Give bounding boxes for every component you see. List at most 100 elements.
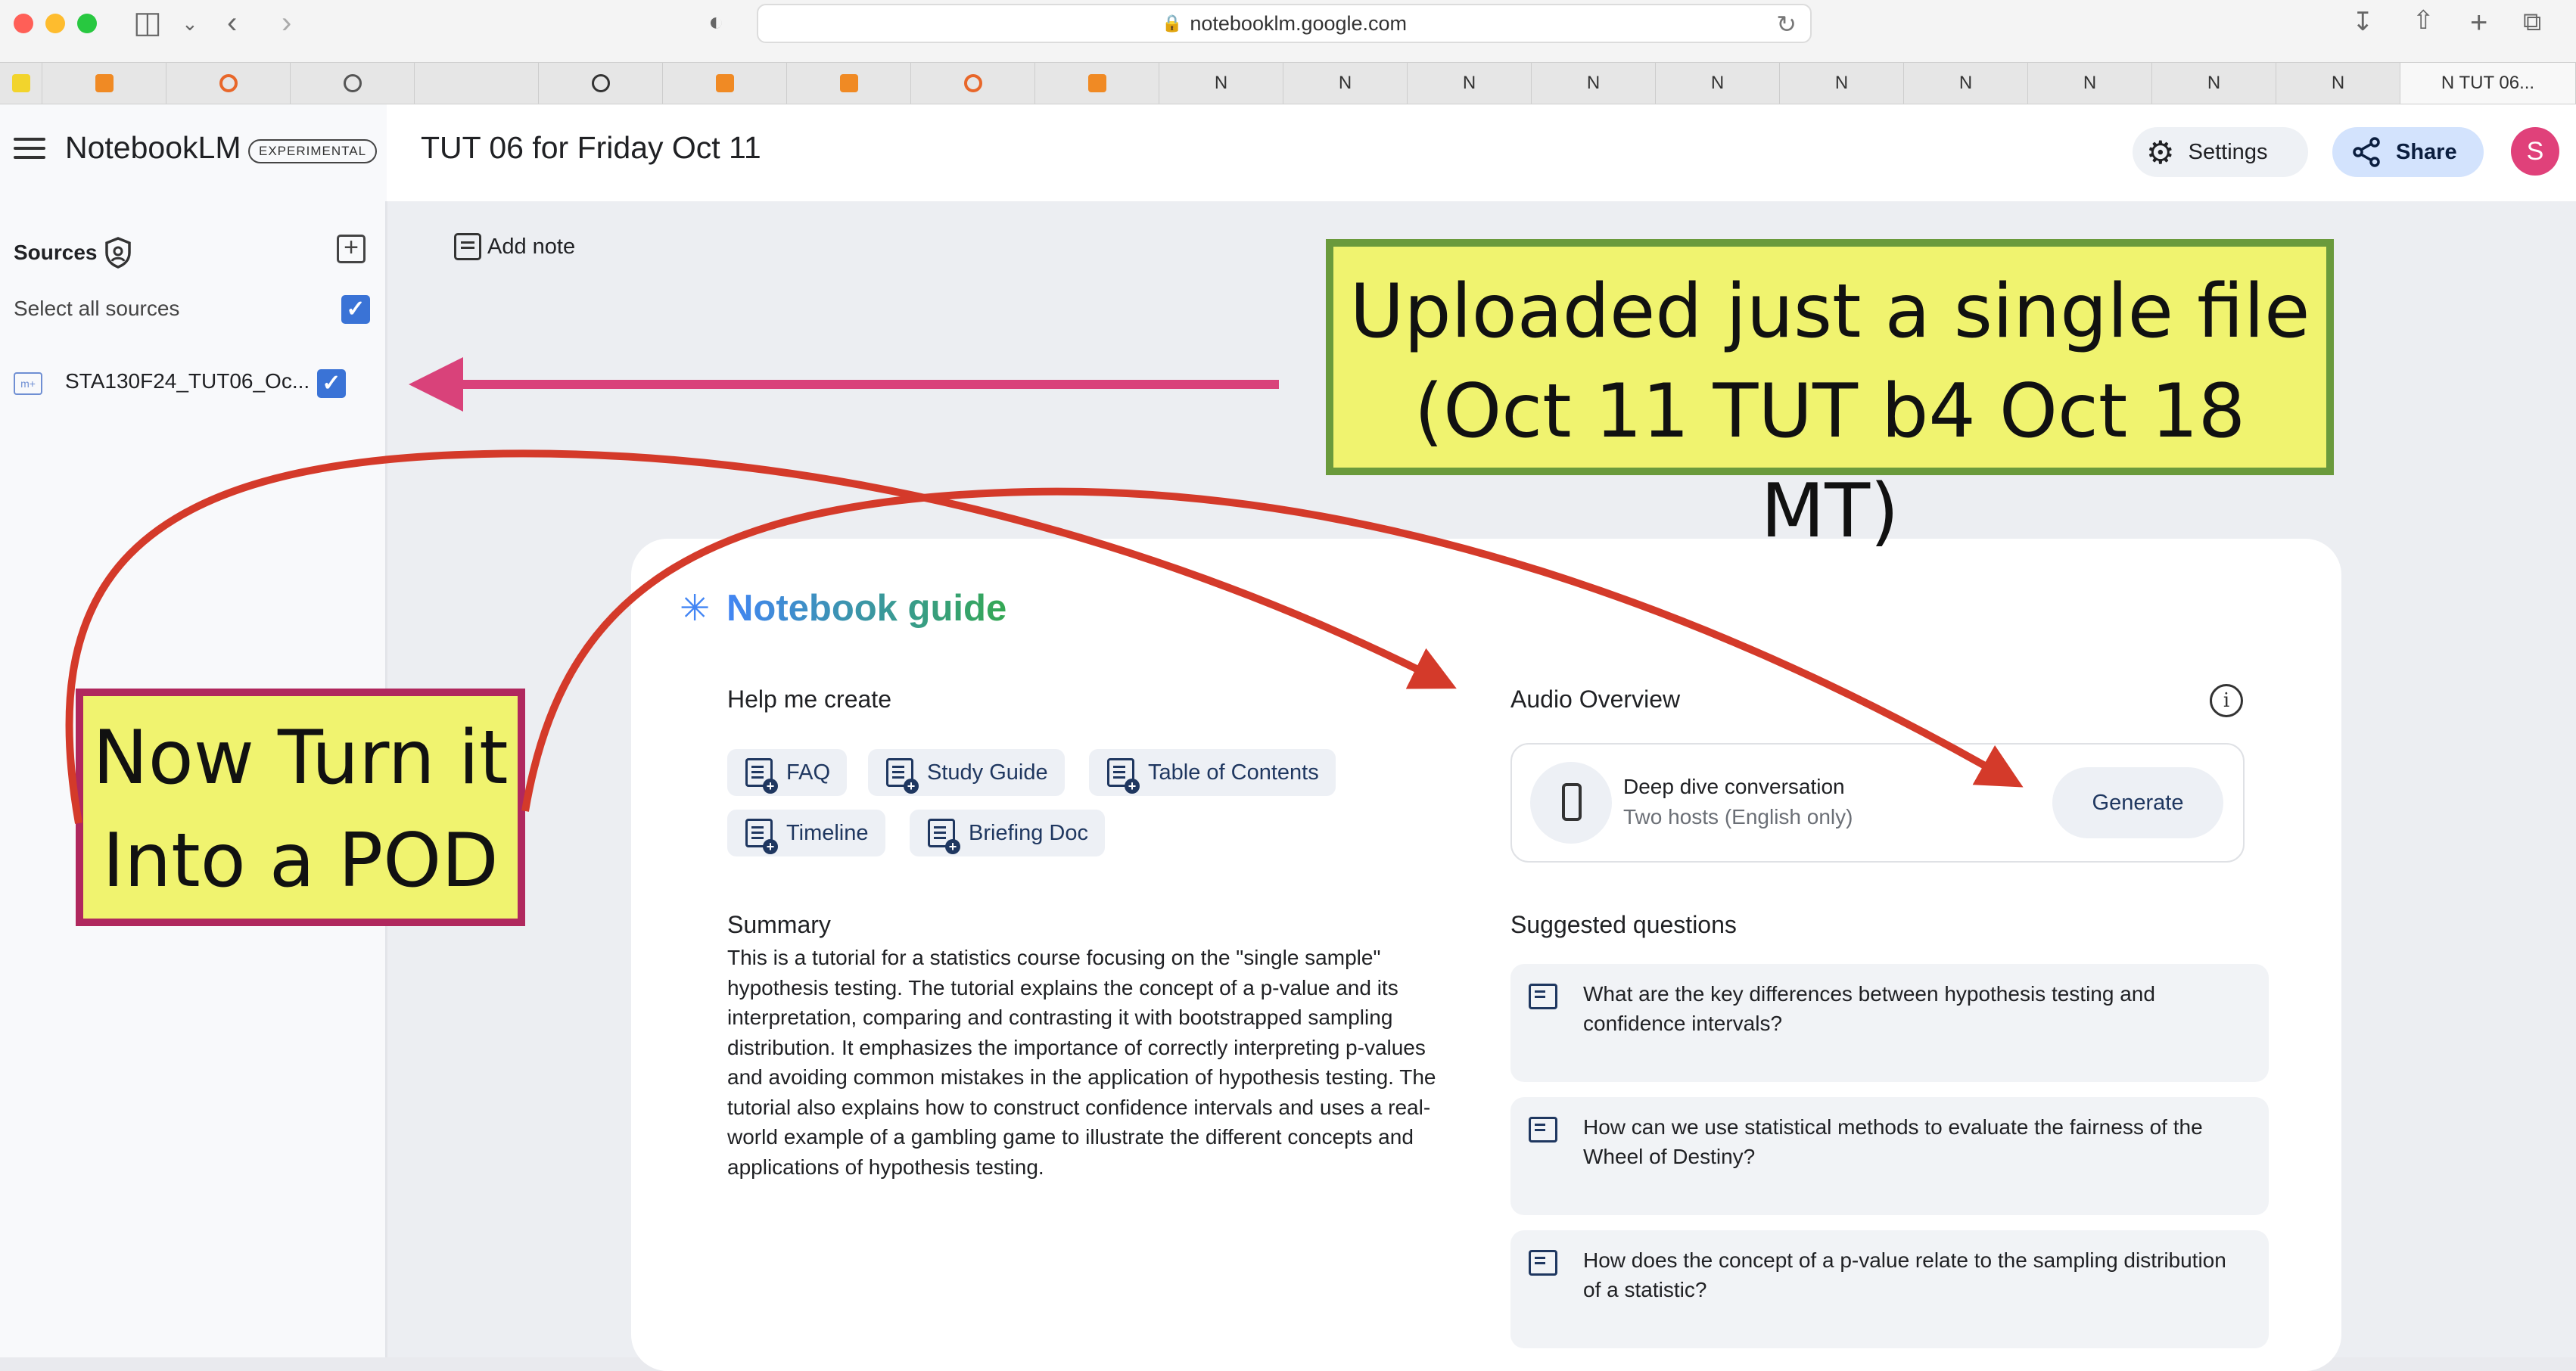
- share-button[interactable]: Share: [2332, 127, 2484, 177]
- tab-label: N: [2083, 73, 2097, 93]
- doc-add-icon: [1107, 758, 1140, 794]
- tab-bar: N N N N N N N N N N N TUT 06...: [0, 62, 2576, 104]
- openai-icon: [591, 74, 610, 92]
- reload-icon[interactable]: ↻: [1776, 10, 1797, 39]
- tab[interactable]: [1035, 63, 1159, 104]
- add-source-button[interactable]: +: [337, 235, 366, 263]
- timeline-button[interactable]: Timeline: [727, 810, 885, 856]
- add-note-button[interactable]: Add note: [454, 233, 575, 260]
- tab-active[interactable]: N TUT 06...: [2400, 63, 2576, 104]
- privacy-shield-icon[interactable]: ◐: [708, 9, 724, 35]
- tab[interactable]: [663, 63, 787, 104]
- question-text: What are the key differences between hyp…: [1583, 982, 2155, 1035]
- faq-button[interactable]: FAQ: [727, 749, 848, 796]
- settings-button[interactable]: ⚙ Settings: [2133, 127, 2308, 177]
- tab[interactable]: N: [1283, 63, 1408, 104]
- tab[interactable]: N: [1532, 63, 1656, 104]
- menu-icon[interactable]: [14, 138, 45, 162]
- tab[interactable]: N: [1656, 63, 1780, 104]
- chip-label: Study Guide: [927, 760, 1048, 785]
- audio-overview-heading: Audio Overview: [1510, 686, 1681, 713]
- briefing-doc-button[interactable]: Briefing Doc: [910, 810, 1105, 856]
- tab-label: N: [1834, 73, 1849, 93]
- study-guide-button[interactable]: Study Guide: [868, 749, 1065, 796]
- zoom-window-button[interactable]: [77, 14, 97, 33]
- note-icon: [454, 233, 481, 260]
- tab-favicon-icon: [963, 74, 982, 92]
- minimize-window-button[interactable]: [45, 14, 65, 33]
- tab[interactable]: [0, 63, 42, 104]
- tab-overview-icon[interactable]: ⧉: [2523, 9, 2541, 35]
- notebook-title[interactable]: TUT 06 for Friday Oct 11: [421, 130, 761, 166]
- sparkle-icon: ✳: [680, 589, 711, 629]
- back-icon[interactable]: ‹: [227, 8, 237, 38]
- markdown-file-icon: m+: [14, 372, 42, 395]
- tab-label: N TUT 06...: [2441, 73, 2535, 93]
- pod-line2: Into a POD: [102, 818, 499, 904]
- audio-device-icon: [1530, 762, 1612, 844]
- tab[interactable]: [787, 63, 911, 104]
- tab[interactable]: N: [2028, 63, 2152, 104]
- generate-button[interactable]: Generate: [2052, 767, 2223, 838]
- doc-add-icon: [745, 819, 778, 854]
- tab[interactable]: N: [1780, 63, 1904, 104]
- tab-label: N: [1710, 73, 1725, 93]
- tab-label: N: [1462, 73, 1476, 93]
- doc-add-icon: [745, 758, 778, 794]
- url-text: notebooklm.google.com: [1190, 11, 1408, 35]
- address-bar[interactable]: 🔒 notebooklm.google.com ↻: [757, 4, 1812, 43]
- question-text: How does the concept of a p-value relate…: [1583, 1248, 2226, 1301]
- chip-label: Timeline: [786, 820, 869, 845]
- select-all-label: Select all sources: [14, 297, 180, 320]
- info-icon[interactable]: i: [2210, 684, 2243, 717]
- summary-heading: Summary: [727, 911, 831, 938]
- tab[interactable]: [415, 63, 539, 104]
- new-tab-icon[interactable]: +: [2470, 8, 2487, 38]
- chip-label: Briefing Doc: [969, 820, 1088, 845]
- summary-text: This is a tutorial for a statistics cour…: [727, 946, 1436, 1179]
- question-icon: [1529, 1250, 1557, 1276]
- tab-favicon-icon: [1087, 74, 1106, 92]
- tab[interactable]: [911, 63, 1035, 104]
- tab-label: N: [2207, 73, 2221, 93]
- source-checkbox[interactable]: ✓: [317, 369, 346, 398]
- app-name[interactable]: NotebookLM: [65, 130, 241, 166]
- tab[interactable]: N: [2152, 63, 2276, 104]
- share-icon: [2353, 137, 2380, 167]
- add-note-label: Add note: [487, 234, 576, 259]
- select-all-checkbox[interactable]: ✓: [341, 295, 370, 324]
- suggested-question[interactable]: What are the key differences between hyp…: [1510, 964, 2269, 1082]
- share-label: Share: [2396, 139, 2457, 164]
- tab[interactable]: [42, 63, 166, 104]
- share-page-icon[interactable]: ⇧: [2413, 8, 2434, 33]
- gear-icon: ⚙: [2146, 134, 2175, 170]
- close-window-button[interactable]: [14, 14, 33, 33]
- tab[interactable]: [291, 63, 415, 104]
- table-of-contents-button[interactable]: Table of Contents: [1089, 749, 1336, 796]
- sources-heading: Sources: [14, 241, 98, 264]
- avatar[interactable]: S: [2511, 127, 2559, 176]
- downloads-icon[interactable]: ↧: [2352, 9, 2374, 35]
- sidebar-toggle-icon[interactable]: ◫: [133, 8, 162, 38]
- chip-label: Table of Contents: [1148, 760, 1319, 785]
- suggested-question[interactable]: How can we use statistical methods to ev…: [1510, 1097, 2269, 1215]
- tab[interactable]: N: [2276, 63, 2400, 104]
- chevron-down-icon[interactable]: ⌄: [182, 14, 198, 33]
- tab-label: N: [1586, 73, 1601, 93]
- tab[interactable]: [166, 63, 291, 104]
- tab[interactable]: [539, 63, 663, 104]
- suggested-question[interactable]: How does the concept of a p-value relate…: [1510, 1230, 2269, 1348]
- settings-label: Settings: [2188, 139, 2268, 164]
- tab-label: N: [1338, 73, 1352, 93]
- forward-icon[interactable]: ›: [282, 8, 291, 38]
- shield-icon[interactable]: [103, 236, 133, 269]
- tab[interactable]: N: [1159, 63, 1283, 104]
- audio-subtitle: Two hosts (English only): [1623, 805, 1853, 829]
- tab-favicon-icon: [95, 74, 114, 92]
- question-icon: [1529, 1117, 1557, 1142]
- tab[interactable]: N: [1408, 63, 1532, 104]
- pod-annotation: Now Turn it Into a POD: [76, 689, 525, 926]
- pod-line1: Now Turn it: [92, 715, 509, 801]
- tab[interactable]: N: [1904, 63, 2028, 104]
- source-item-label[interactable]: STA130F24_TUT06_Oc...: [65, 369, 310, 393]
